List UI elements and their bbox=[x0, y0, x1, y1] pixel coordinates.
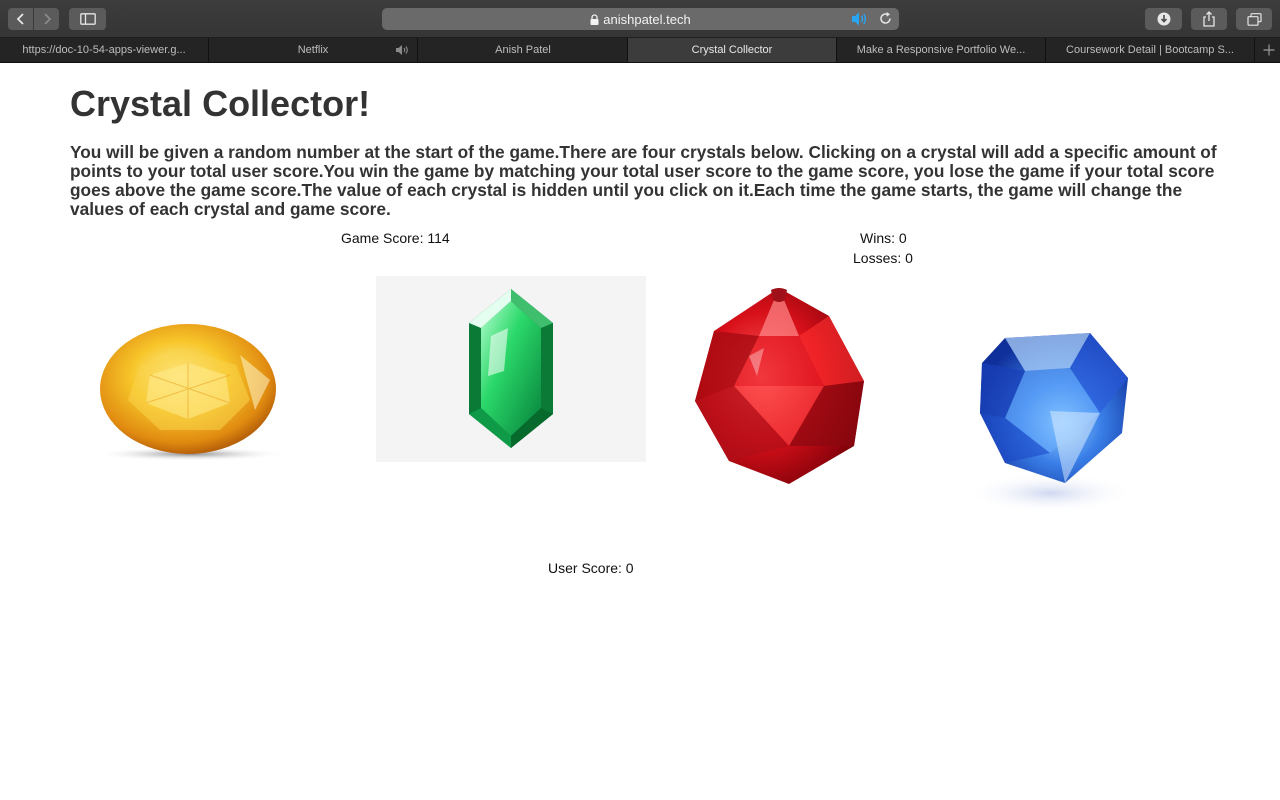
red-crystal-button[interactable] bbox=[689, 286, 874, 486]
tab-overview-button[interactable] bbox=[1236, 8, 1272, 30]
page-content: Crystal Collector! You will be given a r… bbox=[0, 63, 1280, 800]
tab-label: Netflix bbox=[297, 44, 329, 56]
downloads-button[interactable] bbox=[1145, 8, 1182, 30]
tab-google-doc[interactable]: https://doc-10-54-apps-viewer.g... bbox=[0, 38, 209, 62]
tab-anish-patel[interactable]: Anish Patel bbox=[419, 38, 628, 62]
tab-label: Make a Responsive Portfolio We... bbox=[856, 44, 1026, 56]
browser-toolbar: anishpatel.tech bbox=[0, 0, 1280, 38]
blue-crystal-button[interactable] bbox=[950, 293, 1150, 523]
navigation-buttons bbox=[8, 8, 59, 30]
game-score: Game Score: 114 bbox=[341, 230, 450, 246]
reload-icon bbox=[880, 12, 891, 24]
speaker-icon[interactable] bbox=[395, 44, 411, 59]
forward-button[interactable] bbox=[34, 8, 59, 30]
new-tab-button[interactable] bbox=[1257, 38, 1280, 62]
chevron-right-icon bbox=[43, 13, 51, 25]
user-score: User Score: 0 bbox=[548, 560, 634, 576]
lock-icon bbox=[590, 13, 599, 25]
red-ruby-icon bbox=[695, 288, 864, 484]
address-bar[interactable]: anishpatel.tech bbox=[382, 8, 899, 30]
tabs-icon bbox=[1246, 12, 1262, 26]
tab-label: Coursework Detail | Bootcamp S... bbox=[1066, 44, 1234, 56]
losses-count: Losses: 0 bbox=[853, 250, 913, 266]
sidebar-icon bbox=[79, 13, 96, 25]
address-url: anishpatel.tech bbox=[603, 11, 691, 27]
tab-label: Crystal Collector bbox=[691, 44, 773, 56]
plus-icon bbox=[1263, 44, 1274, 56]
green-emerald-icon bbox=[376, 276, 646, 462]
sidebar-toggle-button[interactable] bbox=[69, 8, 106, 30]
tab-netflix[interactable]: Netflix bbox=[209, 38, 418, 62]
share-button[interactable] bbox=[1191, 8, 1227, 30]
tab-crystal-collector[interactable]: Crystal Collector bbox=[628, 38, 837, 62]
back-button[interactable] bbox=[8, 8, 33, 30]
tab-label: Anish Patel bbox=[495, 44, 551, 56]
wins-count: Wins: 0 bbox=[860, 230, 907, 246]
chevron-left-icon bbox=[16, 13, 24, 25]
yellow-sapphire-icon bbox=[94, 324, 286, 461]
game-instructions: You will be given a random number at the… bbox=[70, 142, 1217, 219]
tab-label: https://doc-10-54-apps-viewer.g... bbox=[22, 44, 186, 56]
tab-bar: https://doc-10-54-apps-viewer.g... Netfl… bbox=[0, 38, 1280, 63]
green-crystal-button[interactable] bbox=[376, 276, 646, 462]
tab-responsive-portfolio[interactable]: Make a Responsive Portfolio We... bbox=[837, 38, 1046, 62]
audio-playing-icon[interactable] bbox=[851, 11, 869, 32]
share-icon bbox=[1203, 11, 1215, 27]
page-title: Crystal Collector! bbox=[70, 83, 371, 124]
tab-coursework-detail[interactable]: Coursework Detail | Bootcamp S... bbox=[1046, 38, 1255, 62]
reload-button[interactable] bbox=[878, 11, 893, 31]
yellow-crystal-button[interactable] bbox=[80, 315, 295, 500]
blue-diamond-icon bbox=[965, 333, 1135, 513]
download-icon bbox=[1157, 12, 1170, 26]
